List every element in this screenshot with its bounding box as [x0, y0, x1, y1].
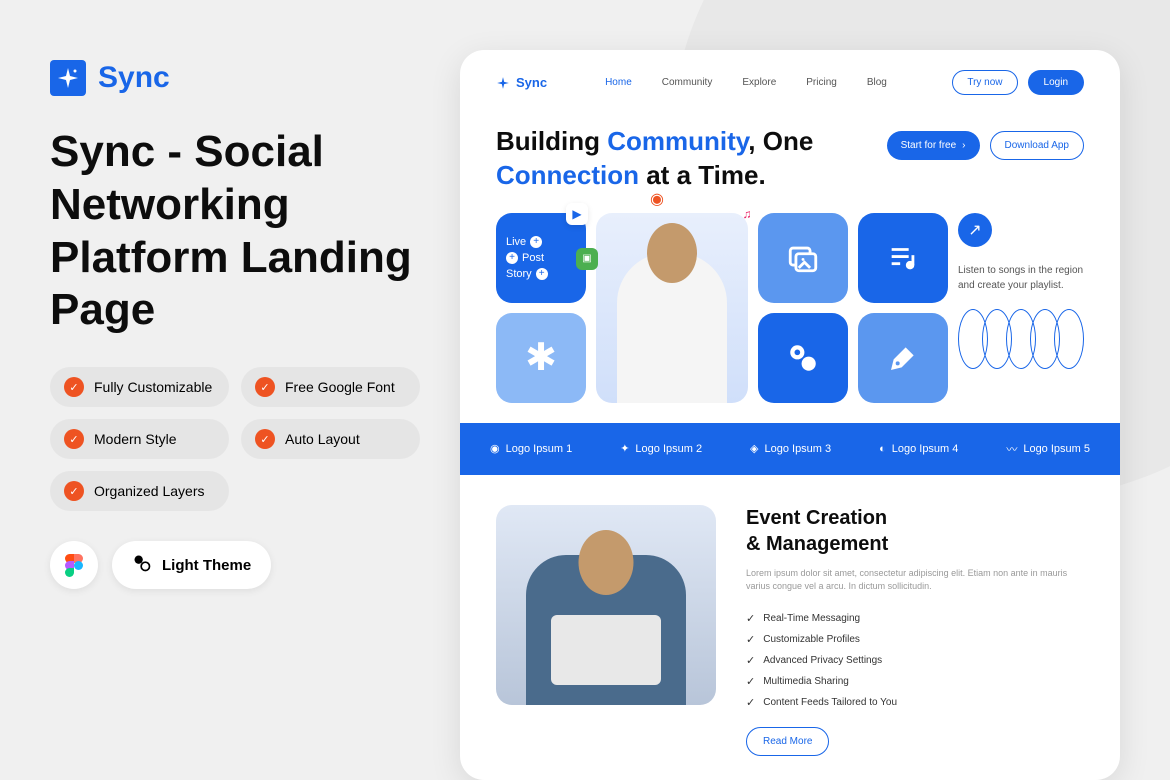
partner-logo: ✦Logo Ipsum 2	[620, 441, 702, 457]
feature-pill: ✓Auto Layout	[241, 419, 420, 459]
playlist-tile[interactable]	[858, 213, 948, 303]
nav-community[interactable]: Community	[662, 77, 713, 88]
feature-pill: ✓Modern Style	[50, 419, 229, 459]
event-image	[496, 505, 716, 705]
event-feature: Multimedia Sharing	[746, 671, 1084, 692]
diamond-icon: ◈	[750, 442, 758, 455]
preview-frame: Sync Home Community Explore Pricing Blog…	[460, 50, 1120, 780]
nav-logo[interactable]: Sync	[496, 75, 547, 90]
check-icon: ✓	[64, 481, 84, 501]
read-more-button[interactable]: Read More	[746, 727, 829, 756]
nav-explore[interactable]: Explore	[742, 77, 776, 88]
check-icon: ✓	[255, 377, 275, 397]
brand-logo: Sync	[50, 60, 420, 96]
arrow-up-right-icon[interactable]: ↗	[958, 213, 992, 247]
plus-icon: +	[506, 252, 518, 264]
start-free-button[interactable]: Start for free›	[887, 131, 980, 160]
partner-logo: ◐Logo Ipsum 4	[879, 441, 958, 457]
listen-caption: Listen to songs in the region and create…	[958, 263, 1084, 293]
music-icon: ♫	[736, 203, 758, 225]
theme-icon	[132, 553, 152, 577]
play-icon: ▶	[566, 203, 588, 225]
swirl-icon: ◉	[490, 442, 500, 455]
wave-icon: 〰	[1006, 441, 1017, 457]
check-icon: ✓	[64, 377, 84, 397]
navbar: Sync Home Community Explore Pricing Blog…	[460, 50, 1120, 115]
figma-badge	[50, 541, 98, 589]
partner-logo: 〰Logo Ipsum 5	[1006, 441, 1090, 457]
gallery-tile[interactable]	[758, 213, 848, 303]
event-feature: Real-Time Messaging	[746, 608, 1084, 629]
circle-icon: ◐	[879, 443, 886, 455]
asterisk-tile[interactable]: ✱	[496, 313, 586, 403]
live-post-story-tile[interactable]: Live+ +Post Story+	[496, 213, 586, 303]
feature-pills: ✓Fully Customizable ✓Free Google Font ✓M…	[50, 367, 420, 511]
event-feature: Advanced Privacy Settings	[746, 650, 1084, 671]
event-title: Event Creation & Management	[746, 505, 1084, 557]
feature-pill: ✓Fully Customizable	[50, 367, 229, 407]
hero-person-image: ▶ ◉ ♫ ▣	[596, 213, 748, 403]
page-title: Sync - Social Networking Platform Landin…	[50, 126, 420, 337]
event-features: Real-Time Messaging Customizable Profile…	[746, 608, 1084, 713]
plus-icon: +	[530, 236, 542, 248]
try-now-button[interactable]: Try now	[952, 70, 1017, 95]
sparkle-icon	[496, 76, 510, 90]
partner-logos-bar: ◉Logo Ipsum 1 ✦Logo Ipsum 2 ◈Logo Ipsum …	[460, 423, 1120, 475]
plus-icon: +	[536, 268, 548, 280]
dots-icon: ✦	[620, 442, 629, 455]
download-app-button[interactable]: Download App	[990, 131, 1085, 160]
feature-pill: ✓Organized Layers	[50, 471, 229, 511]
event-feature: Content Feeds Tailored to You	[746, 692, 1084, 713]
event-description: Lorem ipsum dolor sit amet, consectetur …	[746, 567, 1084, 594]
event-feature: Customizable Profiles	[746, 629, 1084, 650]
theme-badge: Light Theme	[112, 541, 271, 589]
hero-headline: Building Community, One Connection at a …	[496, 125, 813, 193]
image-icon: ▣	[576, 248, 598, 270]
nav-home[interactable]: Home	[605, 77, 632, 88]
sparkle-icon	[50, 60, 86, 96]
nav-pricing[interactable]: Pricing	[806, 77, 837, 88]
shapes-tile[interactable]	[758, 313, 848, 403]
record-icon: ◉	[646, 188, 668, 210]
chevron-right-icon: ›	[962, 140, 965, 151]
login-button[interactable]: Login	[1028, 70, 1084, 95]
nav-blog[interactable]: Blog	[867, 77, 887, 88]
partner-logo: ◈Logo Ipsum 3	[750, 441, 831, 457]
feature-pill: ✓Free Google Font	[241, 367, 420, 407]
leaf-decoration	[958, 309, 1084, 369]
partner-logo: ◉Logo Ipsum 1	[490, 441, 572, 457]
brand-name: Sync	[98, 61, 170, 95]
figma-icon	[63, 554, 85, 576]
check-icon: ✓	[64, 429, 84, 449]
pen-tile[interactable]	[858, 313, 948, 403]
check-icon: ✓	[255, 429, 275, 449]
